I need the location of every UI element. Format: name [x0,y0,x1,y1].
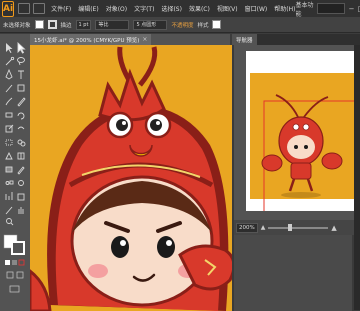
menu-file[interactable]: 文件(F) [51,4,71,13]
arrange-docs-icon[interactable] [33,3,46,14]
artboard-canvas[interactable] [30,45,233,311]
zoom-slider[interactable] [268,223,329,231]
lobster-illustration [30,45,233,311]
navigator-panel: 导航器 200% ▲ ▲ [232,34,360,311]
menu-window[interactable]: 窗口(W) [245,4,268,13]
free-transform-icon[interactable] [5,139,13,146]
color-mode-icons[interactable] [5,259,25,266]
paintbrush-icon[interactable] [5,97,13,106]
selection-status: 未选择对象 [3,22,31,29]
symbol-sprayer-icon[interactable] [18,180,24,186]
mesh-icon[interactable] [17,152,25,160]
shape-builder-icon[interactable] [17,139,26,147]
pen-icon[interactable] [5,68,13,80]
brush-definition[interactable]: 5 点圆形 [133,19,168,30]
eraser-icon[interactable] [5,112,13,118]
menu-bar: Ai 文件(F) 编辑(E) 对象(O) 文字(T) 选择(S) 效果(C) 视… [0,0,360,18]
fill-stroke-widget[interactable] [3,234,25,255]
document-tabbar: 15小龙虾.ai* @ 200% (CMYK/GPU 预览) × [30,34,230,45]
graphic-style-swatch[interactable] [212,20,222,29]
zoom-value-field[interactable]: 200% [236,222,258,233]
scale-icon[interactable] [5,124,14,133]
control-bar: 未选择对象 描边 1 pt 等比 5 点圆形 不透明度 样式 [0,17,360,33]
main-menu: 文件(F) 编辑(E) 对象(O) 文字(T) 选择(S) 效果(C) 视图(V… [51,4,295,13]
menu-object[interactable]: 对象(O) [106,4,127,13]
menu-type[interactable]: 文字(T) [134,4,154,13]
screen-mode-icon[interactable] [9,285,20,293]
eyedropper-icon[interactable] [17,166,25,175]
workspace-switcher[interactable]: 基本功能 [295,0,314,18]
zoom-out-icon[interactable]: ▲ [261,224,266,231]
navigator-tab[interactable]: 导航器 [232,34,257,45]
document-tab-title: 15小龙虾.ai* @ 200% (CMYK/GPU 预览) [34,37,140,44]
stroke-swatch[interactable] [47,20,57,29]
hand-icon[interactable] [18,207,24,214]
menu-edit[interactable]: 编辑(E) [78,4,98,13]
perspective-icon[interactable] [5,151,13,160]
close-tab-icon[interactable]: × [142,36,147,43]
opacity-label[interactable]: 不透明度 [171,21,193,29]
menu-effect[interactable]: 效果(C) [189,4,210,13]
draw-mode-icons[interactable] [6,271,24,279]
lasso-icon[interactable] [17,57,25,66]
magic-wand-icon[interactable] [5,56,15,66]
menu-view[interactable]: 视图(V) [217,4,238,13]
navigator-zoom-bar: 200% ▲ ▲ [234,220,358,235]
zoom-icon[interactable] [6,218,14,226]
type-icon[interactable] [18,70,24,79]
blend-icon[interactable] [5,180,14,185]
panel-lower-area [234,235,352,311]
document-tab[interactable]: 15小龙虾.ai* @ 200% (CMYK/GPU 预览) × [30,34,152,45]
zoom-in-icon[interactable]: ▲ [331,224,336,232]
workspace-area: 基本功能 − □ × [295,0,360,18]
direct-select-icon[interactable] [17,41,26,54]
stroke-label: 描边 [60,22,72,29]
minimize-button[interactable]: − [348,5,355,13]
app-logo: Ai [2,0,15,17]
rotate-icon[interactable] [17,112,25,120]
width-icon[interactable] [17,126,25,130]
artboard-icon[interactable] [17,193,25,201]
navigator-thumbnail[interactable] [246,51,357,217]
rectangle-icon[interactable] [17,84,25,92]
menu-select[interactable]: 选择(S) [161,4,182,13]
line-icon[interactable] [5,84,13,93]
graph-icon[interactable] [5,192,13,200]
stroke-weight-field[interactable]: 1 pt [75,19,92,30]
variable-width-profile[interactable]: 等比 [95,19,130,30]
navigator-tabbar: 导航器 [232,34,360,45]
pencil-icon[interactable] [17,97,26,107]
tools-panel [0,34,30,311]
search-input[interactable] [317,3,346,14]
fill-swatch[interactable] [34,20,44,29]
lobster-thumbnail [246,51,357,217]
selection-icon[interactable] [6,43,13,53]
slice-icon[interactable] [5,206,13,215]
menu-help[interactable]: 帮助(H) [274,4,295,13]
style-label: 样式 [197,22,209,29]
panel-scrollbar[interactable] [354,45,360,310]
bridge-icon[interactable] [18,3,31,14]
gradient-icon[interactable] [5,166,13,173]
navigator-body: 200% ▲ ▲ [234,45,358,235]
menu-quick-icons [18,3,46,14]
zoom-slider-thumb[interactable] [288,223,293,231]
